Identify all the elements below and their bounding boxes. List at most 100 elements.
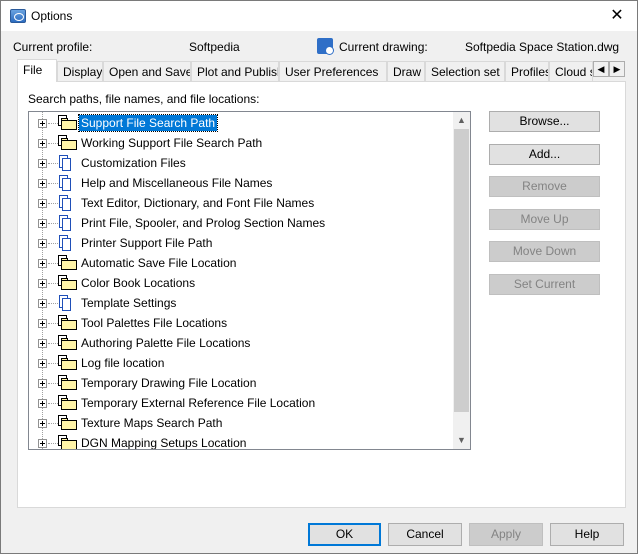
tree-item[interactable]: Automatic Save File Location [29,253,454,273]
scrollbar-thumb[interactable] [454,129,469,412]
ok-button[interactable]: OK [308,523,381,546]
tree-item[interactable]: Temporary External Reference File Locati… [29,393,454,413]
tree-item[interactable]: Text Editor, Dictionary, and Font File N… [29,193,454,213]
expand-plus-icon[interactable] [38,419,47,428]
remove-button[interactable]: Remove [489,176,600,197]
tree-item-label[interactable]: Template Settings [79,295,178,311]
tree-item-label[interactable]: Working Support File Search Path [79,135,264,151]
tree-item-label[interactable]: Texture Maps Search Path [79,415,224,431]
folder-icon [58,355,78,371]
tree-item[interactable]: Log file location [29,353,454,373]
search-path-tree[interactable]: Support File Search Path Working Support … [28,111,471,450]
tree-item-label[interactable]: Customization Files [79,155,188,171]
tree-item-label[interactable]: Print File, Spooler, and Prolog Section … [79,215,327,231]
tab-scroll-left-icon[interactable]: ◀ [593,61,609,77]
tab-selection-set[interactable]: Selection set [425,61,505,81]
tree-item[interactable]: Color Book Locations [29,273,454,293]
app-icon [10,9,26,23]
tree-item[interactable]: Help and Miscellaneous File Names [29,173,454,193]
profile-row: Current profile: Softpedia Current drawi… [1,37,637,57]
tree-item-label[interactable]: Text Editor, Dictionary, and Font File N… [79,195,316,211]
tree-item-label[interactable]: Authoring Palette File Locations [79,335,252,351]
expand-plus-icon[interactable] [38,339,47,348]
drawing-icon [317,38,334,55]
tab-profiles[interactable]: Profiles [505,61,549,81]
cancel-button[interactable]: Cancel [388,523,462,546]
move-down-button[interactable]: Move Down [489,241,600,262]
tree-item-label[interactable]: Printer Support File Path [79,235,214,251]
tree-item[interactable]: Customization Files [29,153,454,173]
expand-plus-icon[interactable] [38,139,47,148]
tree-connector [48,303,58,304]
tab-strip: File Display Open and Save Plot and Publ… [17,59,627,82]
expand-plus-icon[interactable] [38,179,47,188]
tab-cloud-storage[interactable]: Cloud stora [549,61,593,81]
tree-item[interactable]: Temporary Drawing File Location [29,373,454,393]
folder-icon [58,315,78,331]
tree-connector [48,323,58,324]
search-paths-label: Search paths, file names, and file locat… [28,92,260,106]
set-current-button[interactable]: Set Current [489,274,600,295]
tree-item-label[interactable]: Tool Palettes File Locations [79,315,229,331]
tab-draw[interactable]: Draw [387,61,425,81]
tree-item-label[interactable]: Help and Miscellaneous File Names [79,175,274,191]
tree-item[interactable]: Authoring Palette File Locations [29,333,454,353]
expand-plus-icon[interactable] [38,359,47,368]
expand-plus-icon[interactable] [38,159,47,168]
tab-plot-and-publish[interactable]: Plot and Publish [191,61,279,81]
tree-item-label[interactable]: Log file location [79,355,166,371]
tab-user-preferences[interactable]: User Preferences [279,61,387,81]
tree-item[interactable]: Printer Support File Path [29,233,454,253]
tab-file[interactable]: File [17,59,57,82]
tree-item[interactable]: Working Support File Search Path [29,133,454,153]
scroll-down-icon[interactable]: ▼ [453,432,470,449]
close-icon[interactable]: ✕ [597,1,637,31]
tree-item[interactable]: Template Settings [29,293,454,313]
options-dialog: Options ✕ Current profile: Softpedia Cur… [0,0,638,554]
tree-item[interactable]: Support File Search Path [29,113,454,133]
file-icon [58,235,78,251]
tree-item[interactable]: Texture Maps Search Path [29,413,454,433]
expand-plus-icon[interactable] [38,299,47,308]
current-drawing-value: Softpedia Space Station.dwg [465,40,620,54]
tree-connector [48,383,58,384]
tree-item-label[interactable]: Color Book Locations [79,275,197,291]
expand-plus-icon[interactable] [38,259,47,268]
tree-connector [48,403,58,404]
browse-button[interactable]: Browse... [489,111,600,132]
tree-item[interactable]: Tool Palettes File Locations [29,313,454,333]
move-up-button[interactable]: Move Up [489,209,600,230]
expand-plus-icon[interactable] [38,439,47,448]
expand-plus-icon[interactable] [38,239,47,248]
folder-icon [58,255,78,271]
tab-scroll-right-icon[interactable]: ▶ [609,61,625,77]
expand-plus-icon[interactable] [38,119,47,128]
tree-item-label[interactable]: DGN Mapping Setups Location [79,435,248,449]
tree-connector [48,423,58,424]
file-icon [58,175,78,191]
expand-plus-icon[interactable] [38,219,47,228]
tree-item[interactable]: Print File, Spooler, and Prolog Section … [29,213,454,233]
expand-plus-icon[interactable] [38,319,47,328]
expand-plus-icon[interactable] [38,199,47,208]
expand-plus-icon[interactable] [38,379,47,388]
title-bar[interactable]: Options ✕ [1,1,637,31]
tree-connector [48,243,58,244]
tab-display[interactable]: Display [57,61,103,81]
add-button[interactable]: Add... [489,144,600,165]
apply-button[interactable]: Apply [469,523,543,546]
tree-item-label[interactable]: Automatic Save File Location [79,255,238,271]
tree-scrollbar[interactable]: ▲ ▼ [453,112,470,449]
tree-item-label[interactable]: Temporary Drawing File Location [79,375,258,391]
tree-item-label[interactable]: Support File Search Path [77,114,219,132]
expand-plus-icon[interactable] [38,399,47,408]
tree-connector [48,163,58,164]
help-button[interactable]: Help [550,523,624,546]
tab-open-and-save[interactable]: Open and Save [103,61,191,81]
expand-plus-icon[interactable] [38,279,47,288]
tree-item[interactable]: DGN Mapping Setups Location [29,433,454,449]
tree-connector [48,143,58,144]
scroll-up-icon[interactable]: ▲ [453,112,470,129]
folder-icon [58,435,78,449]
tree-item-label[interactable]: Temporary External Reference File Locati… [79,395,317,411]
